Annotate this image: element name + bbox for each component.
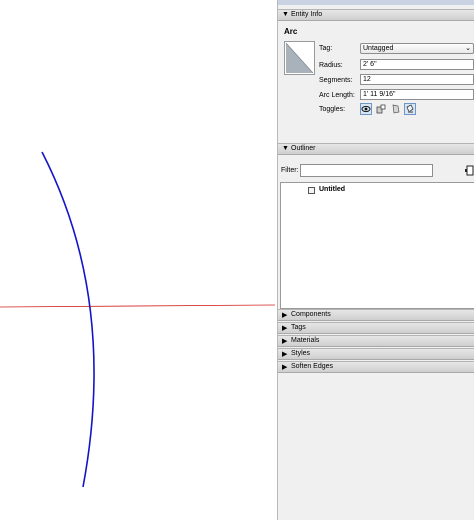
- tree-root-item[interactable]: Untitled: [319, 186, 345, 193]
- viewport-canvas: [0, 151, 275, 488]
- red-axis: [0, 304, 275, 308]
- expand-triangle-icon: ▶: [282, 351, 288, 358]
- filter-input[interactable]: [300, 164, 433, 177]
- panel-title: Styles: [291, 350, 311, 357]
- panel-title: Soften Edges: [291, 363, 334, 370]
- tag-label: Tag:: [319, 45, 333, 52]
- collapse-triangle-icon: ▼: [282, 11, 289, 18]
- drawing-viewport[interactable]: [0, 0, 275, 520]
- panel-title: Components: [291, 311, 331, 318]
- default-tray: ▼ Entity Info Arc Tag: Untagged ⌄ Radius…: [277, 0, 474, 520]
- expand-triangle-icon: ▶: [282, 338, 288, 345]
- soften-edges-header[interactable]: ▶ Soften Edges: [278, 361, 474, 373]
- tags-header[interactable]: ▶ Tags: [278, 322, 474, 334]
- selected-arc[interactable]: [41, 151, 95, 488]
- segments-label: Segments:: [319, 77, 353, 84]
- model-icon: [308, 187, 315, 194]
- outliner-options-icon[interactable]: [465, 165, 474, 176]
- arc-length-field[interactable]: [360, 89, 474, 100]
- panel-title: Tags: [291, 324, 306, 331]
- panel-title: Materials: [291, 337, 320, 344]
- materials-header[interactable]: ▶ Materials: [278, 335, 474, 347]
- components-header[interactable]: ▶ Components: [278, 309, 474, 321]
- receive-shadows-icon[interactable]: [375, 103, 387, 115]
- segments-field[interactable]: [360, 74, 474, 85]
- outliner-title: Outliner: [291, 145, 316, 152]
- outliner-tree[interactable]: Untitled: [280, 182, 474, 309]
- arc-entity-icon: [284, 41, 315, 75]
- entity-type-label: Arc: [284, 27, 298, 36]
- ground-shadow-icon[interactable]: [404, 103, 416, 115]
- radius-label: Radius:: [319, 62, 343, 69]
- entity-info-title: Entity Info: [291, 11, 323, 18]
- entity-info-header[interactable]: ▼ Entity Info: [278, 9, 474, 21]
- expand-triangle-icon: ▶: [282, 364, 288, 371]
- arc-length-label: Arc Length:: [319, 92, 355, 99]
- tag-dropdown-value: Untagged: [363, 45, 394, 52]
- expand-triangle-icon: ▶: [282, 312, 288, 319]
- chevron-down-icon: ⌄: [465, 45, 471, 52]
- visible-eye-icon[interactable]: [360, 103, 372, 115]
- outliner-header[interactable]: ▼ Outliner: [278, 143, 474, 155]
- collapse-triangle-icon: ▼: [282, 145, 289, 152]
- expand-triangle-icon: ▶: [282, 325, 288, 332]
- tag-dropdown[interactable]: Untagged ⌄: [360, 43, 474, 54]
- tray-title-bar: [278, 0, 474, 5]
- radius-field[interactable]: [360, 59, 474, 70]
- toggles-label: Toggles:: [319, 106, 346, 113]
- cast-shadows-icon[interactable]: [390, 103, 402, 115]
- styles-header[interactable]: ▶ Styles: [278, 348, 474, 360]
- filter-label: Filter:: [281, 167, 299, 174]
